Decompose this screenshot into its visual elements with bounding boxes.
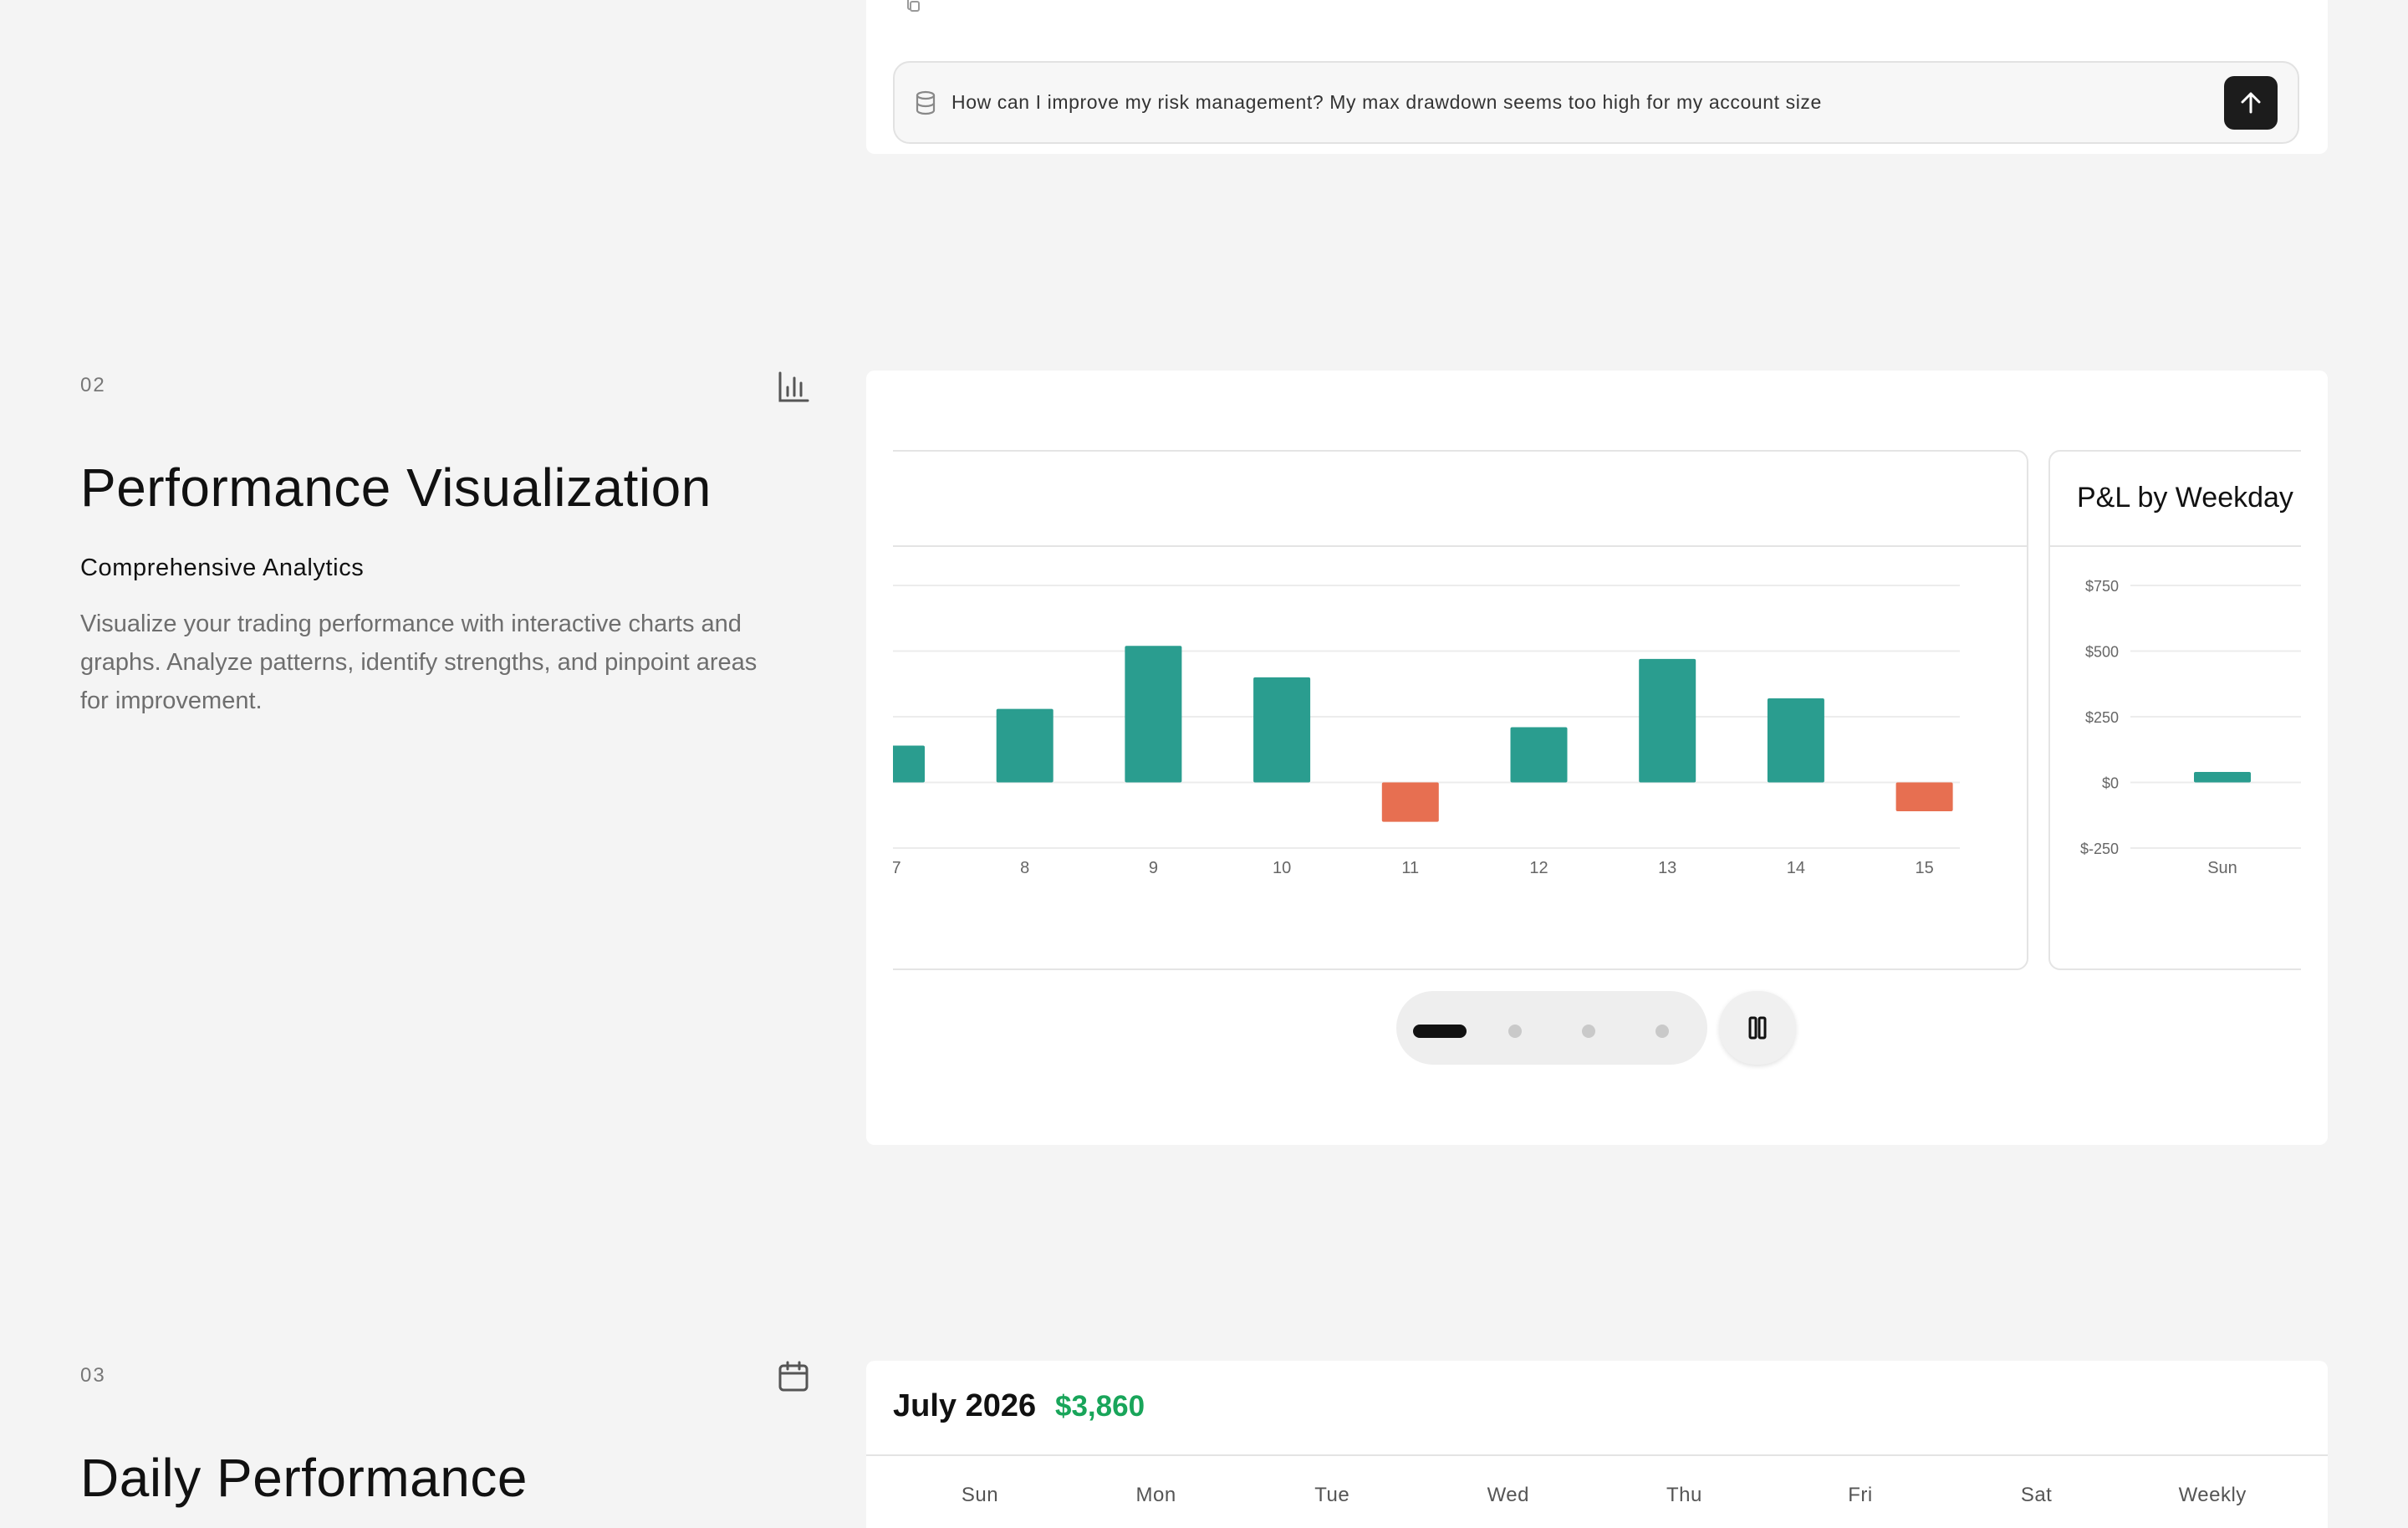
daily-pnl-chart-panel: , 789101112131415 xyxy=(893,450,2028,970)
calendar-day-header: Tue xyxy=(1314,1484,1350,1506)
carousel-dot-4[interactable] xyxy=(1656,1025,1669,1038)
section-title: Daily Performance xyxy=(80,1448,528,1508)
calendar-day-header: Fri xyxy=(1848,1484,1873,1506)
calendar-icon xyxy=(777,1360,810,1393)
pause-button[interactable] xyxy=(1719,991,1796,1065)
chat-input-text[interactable]: How can I improve my risk management? My… xyxy=(951,87,1822,117)
arrow-up-icon xyxy=(2241,92,2261,114)
section-subtitle: Comprehensive Analytics xyxy=(80,554,365,581)
calendar-day-header: Sun xyxy=(961,1484,999,1506)
bar xyxy=(1510,727,1568,783)
section-description: Visualize your trading performance with … xyxy=(80,611,758,714)
bar xyxy=(1253,677,1311,783)
x-tick-label: 15 xyxy=(1915,859,1933,877)
calendar-divider xyxy=(866,1454,2328,1456)
bar xyxy=(1125,646,1182,783)
weekday-pnl-bar-chart: $750 $500 $250 $0 $-250 Sun xyxy=(2080,578,2301,877)
bar-chart-icon xyxy=(777,371,810,404)
calendar-day-header: Weekly xyxy=(2178,1484,2247,1506)
calendar-day-header: Wed xyxy=(1487,1484,1529,1506)
calendar-day-header: Sat xyxy=(2020,1484,2053,1506)
bar xyxy=(1767,698,1824,783)
calendar-month-total: $3,860 xyxy=(1055,1390,1145,1423)
y-tick-label: $750 xyxy=(2085,578,2119,595)
y-tick-label: $500 xyxy=(2085,644,2119,661)
chart-carousel[interactable]: , 789101112131415 P&L by Weekday $750$50… xyxy=(893,450,2301,972)
calendar-day-header: Thu xyxy=(1666,1484,1702,1506)
daily-pnl-bar-chart: 7 8 9 10 11 12 13 14 15 xyxy=(893,585,1960,877)
section-number: 02 xyxy=(80,374,106,396)
bar xyxy=(1381,782,1439,822)
x-tick-label: 7 xyxy=(893,859,901,877)
bar xyxy=(1895,782,1953,812)
weekday-pnl-chart-panel: P&L by Weekday $750 $500 $250 $0 $-250 Sun xyxy=(2048,450,2301,970)
section-title: Performance Visualization xyxy=(80,457,712,518)
x-tick-label: 12 xyxy=(1529,859,1548,877)
x-tick-label: 13 xyxy=(1658,859,1676,877)
bar xyxy=(1639,658,1696,783)
carousel-dot-2[interactable] xyxy=(1508,1025,1522,1038)
y-tick-label: $-250 xyxy=(2080,841,2119,857)
bar xyxy=(893,745,925,783)
section-number: 03 xyxy=(80,1364,106,1387)
database-icon[interactable] xyxy=(913,89,938,116)
x-tick-label: 11 xyxy=(1401,859,1419,877)
x-tick-label: 10 xyxy=(1273,859,1291,877)
x-tick-label: 8 xyxy=(1020,859,1029,877)
calendar-day-header: Mon xyxy=(1135,1484,1176,1506)
pause-icon xyxy=(1748,1016,1767,1040)
send-button[interactable] xyxy=(2224,76,2278,130)
x-tick-label: Sun xyxy=(2207,859,2237,877)
copy-icon[interactable] xyxy=(905,0,923,13)
x-tick-label: 9 xyxy=(1149,859,1158,877)
y-tick-label: $0 xyxy=(2102,775,2119,792)
carousel-dot-1[interactable] xyxy=(1413,1025,1467,1038)
bar xyxy=(2194,771,2251,783)
carousel-dot-3[interactable] xyxy=(1582,1025,1595,1038)
y-tick-label: $250 xyxy=(2085,709,2119,726)
bar xyxy=(996,708,1054,783)
x-tick-label: 14 xyxy=(1787,859,1805,877)
calendar-month: July 2026 xyxy=(893,1388,1037,1423)
